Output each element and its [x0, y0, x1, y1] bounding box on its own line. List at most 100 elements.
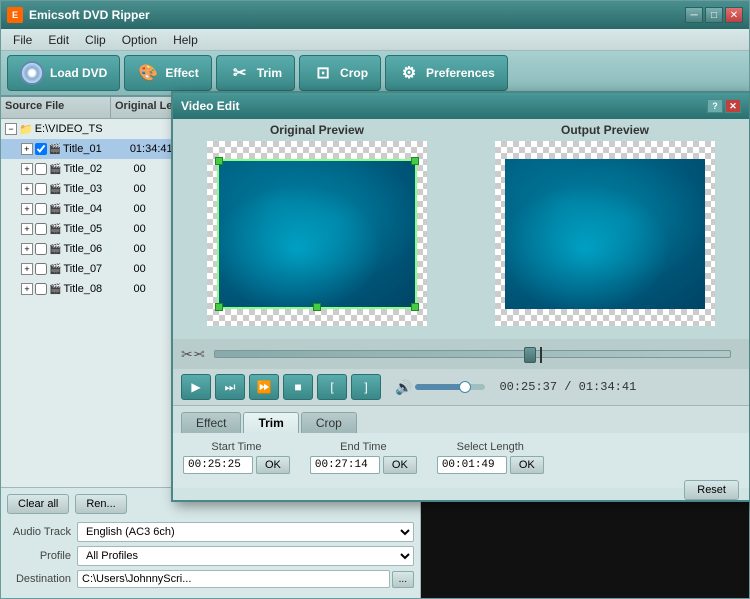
output-preview-pane: Output Preview	[461, 119, 749, 339]
root-toggle[interactable]: −	[5, 123, 17, 135]
dialog-help-button[interactable]: ?	[707, 99, 723, 113]
select-length-label: Select Length	[457, 441, 524, 453]
row-checkbox-3[interactable]	[35, 203, 47, 215]
dvd-icon	[20, 61, 44, 85]
end-time-input[interactable]	[310, 456, 380, 474]
profile-row: Profile All Profiles	[7, 546, 414, 566]
row-toggle-1[interactable]: +	[21, 163, 33, 175]
row-toggle-4[interactable]: +	[21, 223, 33, 235]
start-time-input[interactable]	[183, 456, 253, 474]
destination-row: Destination C:\Users\JohnnyScri... ...	[7, 570, 414, 588]
file-icon-7: 🎬	[49, 284, 61, 295]
timeline-cursor	[540, 347, 542, 363]
preferences-button[interactable]: ⚙ Preferences	[385, 55, 508, 91]
tab-crop[interactable]: Crop	[301, 412, 357, 433]
menu-edit[interactable]: Edit	[40, 31, 77, 49]
row-checkbox-1[interactable]	[35, 163, 47, 175]
time-fields: Start Time OK End Time OK Select Length	[183, 441, 739, 474]
start-time-input-row: OK	[183, 456, 290, 474]
row-toggle-7[interactable]: +	[21, 283, 33, 295]
tabs-section: Effect Trim Crop	[173, 405, 749, 433]
scissors-right-icon[interactable]: ✂	[193, 346, 205, 363]
output-video-frame	[505, 159, 705, 309]
select-length-input[interactable]	[437, 456, 507, 474]
menu-file[interactable]: File	[5, 31, 40, 49]
row-toggle-5[interactable]: +	[21, 243, 33, 255]
timeline-bar[interactable]	[214, 350, 731, 358]
end-time-input-row: OK	[310, 456, 417, 474]
dialog-close-button[interactable]: ✕	[725, 99, 741, 113]
close-button[interactable]: ✕	[725, 7, 743, 23]
time-total: 01:34:41	[579, 380, 637, 394]
edit-controls: Start Time OK End Time OK Select Length	[173, 433, 749, 488]
row-toggle-0[interactable]: +	[21, 143, 33, 155]
row-name-1: Title_02	[63, 163, 133, 175]
profile-label: Profile	[7, 550, 77, 562]
row-checkbox-7[interactable]	[35, 283, 47, 295]
row-checkbox-0[interactable]	[35, 143, 47, 155]
file-icon-4: 🎬	[49, 224, 61, 235]
audio-track-select[interactable]: English (AC3 6ch)	[77, 522, 414, 542]
row-checkbox-2[interactable]	[35, 183, 47, 195]
main-window: E Emicsoft DVD Ripper ─ □ ✕ File Edit Cl…	[0, 0, 750, 599]
file-icon-0: 🎬	[49, 144, 61, 155]
title-bar-left: E Emicsoft DVD Ripper	[7, 7, 150, 23]
crop-icon: ⊡	[312, 62, 334, 84]
tab-trim[interactable]: Trim	[243, 412, 298, 433]
original-preview-label: Original Preview	[270, 119, 364, 141]
row-checkbox-5[interactable]	[35, 243, 47, 255]
row-checkbox-6[interactable]	[35, 263, 47, 275]
row-toggle-3[interactable]: +	[21, 203, 33, 215]
clear-all-button[interactable]: Clear all	[7, 494, 69, 514]
row-name-6: Title_07	[63, 263, 133, 275]
destination-label: Destination	[7, 573, 77, 585]
menu-help[interactable]: Help	[165, 31, 206, 49]
crop-button[interactable]: ⊡ Crop	[299, 55, 381, 91]
dialog-title-label: Video Edit	[181, 99, 239, 113]
menu-clip[interactable]: Clip	[77, 31, 114, 49]
frame-forward-button[interactable]: ⏩	[249, 374, 279, 400]
browse-button[interactable]: ...	[392, 571, 414, 588]
app-icon: E	[7, 7, 23, 23]
trim-button[interactable]: ✂ Trim	[216, 55, 295, 91]
minimize-button[interactable]: ─	[685, 7, 703, 23]
row-name-2: Title_03	[63, 183, 133, 195]
audio-track-row: Audio Track English (AC3 6ch)	[7, 522, 414, 542]
timeline-section: ✂ ✂	[173, 339, 749, 369]
render-button[interactable]: Ren...	[75, 494, 126, 514]
start-mark-button[interactable]: [	[317, 374, 347, 400]
stop-button[interactable]: ■	[283, 374, 313, 400]
volume-thumb[interactable]	[459, 381, 471, 393]
timeline-handle[interactable]	[524, 347, 536, 363]
original-preview-canvas	[207, 141, 427, 326]
scissors-left-icon[interactable]: ✂	[181, 346, 193, 363]
load-dvd-button[interactable]: Load DVD	[7, 55, 120, 91]
start-time-ok-button[interactable]: OK	[256, 456, 290, 474]
row-toggle-2[interactable]: +	[21, 183, 33, 195]
time-display: 00:25:37 / 01:34:41	[499, 380, 636, 394]
end-time-group: End Time OK	[310, 441, 417, 474]
effect-button[interactable]: 🎨 Effect	[124, 55, 211, 91]
end-mark-button[interactable]: ]	[351, 374, 381, 400]
volume-area: 🔊	[395, 379, 485, 396]
preferences-icon: ⚙	[398, 62, 420, 84]
original-video-frame	[217, 159, 417, 309]
play-button[interactable]: ▶	[181, 374, 211, 400]
app-title: Emicsoft DVD Ripper	[29, 8, 150, 22]
volume-slider[interactable]	[415, 384, 485, 390]
start-time-group: Start Time OK	[183, 441, 290, 474]
file-icon-3: 🎬	[49, 204, 61, 215]
select-length-ok-button[interactable]: OK	[510, 456, 544, 474]
reset-button[interactable]: Reset	[684, 480, 739, 500]
step-forward-button[interactable]: ⏭	[215, 374, 245, 400]
row-checkbox-4[interactable]	[35, 223, 47, 235]
bottom-controls: Clear all Ren... Audio Track English (AC…	[1, 487, 420, 598]
profile-select[interactable]: All Profiles	[77, 546, 414, 566]
maximize-button[interactable]: □	[705, 7, 723, 23]
row-name-4: Title_05	[63, 223, 133, 235]
load-dvd-label: Load DVD	[50, 66, 107, 80]
menu-option[interactable]: Option	[114, 31, 165, 49]
end-time-ok-button[interactable]: OK	[383, 456, 417, 474]
row-toggle-6[interactable]: +	[21, 263, 33, 275]
tab-effect[interactable]: Effect	[181, 412, 241, 433]
